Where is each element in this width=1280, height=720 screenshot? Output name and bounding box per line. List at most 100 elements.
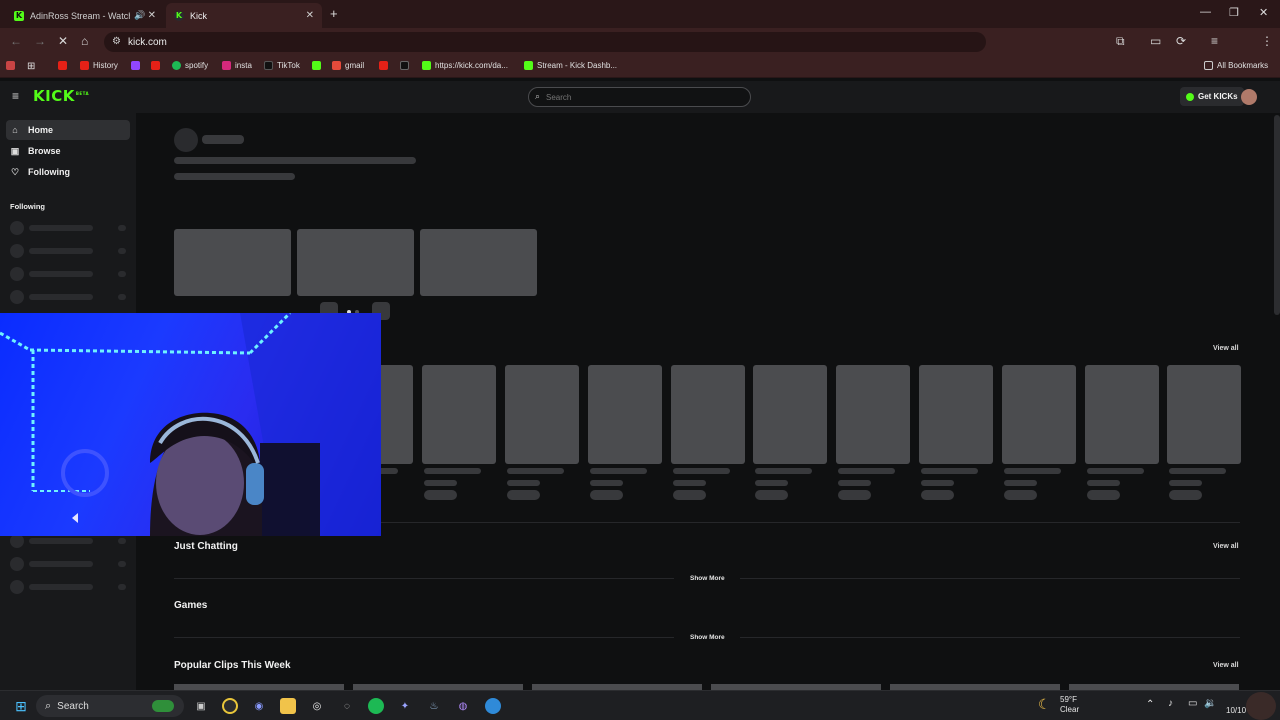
chrome-icon[interactable] <box>222 698 238 714</box>
obs-icon[interactable]: ◎ <box>309 698 325 714</box>
bookmark-history[interactable]: History <box>80 61 118 70</box>
stream-card-placeholder[interactable] <box>919 365 993 464</box>
kick-bookmark[interactable] <box>312 61 325 70</box>
section-title-just-chatting[interactable]: Just Chatting <box>174 541 238 552</box>
kick-search-bar[interactable]: ⌕ <box>528 87 751 107</box>
discord-icon[interactable]: ◉ <box>251 698 267 714</box>
view-all-link[interactable]: View all <box>1213 662 1239 669</box>
youtube-bookmark[interactable] <box>151 61 164 70</box>
search-input[interactable] <box>546 92 736 102</box>
bookmark-icon[interactable] <box>6 61 19 70</box>
stream-card-placeholder[interactable] <box>836 365 910 464</box>
card-text-placeholder <box>424 468 481 474</box>
stream-card-placeholder[interactable] <box>588 365 662 464</box>
kick-header: ≡ KICKBETA ⌕ Get KICKs <box>0 81 1280 113</box>
microphone-icon[interactable]: ♪ <box>1168 698 1173 709</box>
history-icon[interactable]: ⟳ <box>1176 34 1186 48</box>
featured-thumbnail-placeholder[interactable] <box>420 229 537 296</box>
bookmark-stream-dashboard[interactable]: Stream - Kick Dashb... <box>524 61 617 70</box>
home-button[interactable]: ⌂ <box>81 34 88 48</box>
gamepad-icon[interactable]: ✦ <box>397 698 413 714</box>
tab-kick[interactable]: K Kick ✕ <box>166 3 322 28</box>
new-tab-button[interactable]: + <box>330 6 338 21</box>
stop-loading-button[interactable]: ✕ <box>58 34 68 48</box>
apps-icon[interactable]: ⊞ <box>27 61 35 72</box>
bookmark-insta[interactable]: insta <box>222 61 252 70</box>
featured-meta-placeholder <box>174 173 295 180</box>
youtube-bookmark[interactable] <box>379 61 392 70</box>
taskbar-search[interactable]: ⌕ Search <box>36 695 184 717</box>
bookmark-gmail[interactable]: gmail <box>332 61 364 70</box>
all-bookmarks-button[interactable]: All Bookmarks <box>1204 61 1268 70</box>
windows-start-icon[interactable]: ⊞ <box>13 698 29 714</box>
close-tab-icon[interactable]: ✕ <box>148 10 156 21</box>
kick-logo[interactable]: KICKBETA <box>33 87 89 105</box>
card-text-placeholder <box>673 468 730 474</box>
sidebar-item-browse[interactable]: ▣ Browse <box>6 141 130 161</box>
show-more-button[interactable]: Show More <box>690 634 725 641</box>
view-all-link[interactable]: View all <box>1213 345 1239 352</box>
address-bar[interactable]: ⚙ kick.com <box>104 32 986 52</box>
section-title-games[interactable]: Games <box>174 600 207 611</box>
maximize-button[interactable]: ❐ <box>1229 6 1239 19</box>
stream-card-placeholder[interactable] <box>1167 365 1241 464</box>
featured-thumbnail-placeholder[interactable] <box>174 229 291 296</box>
volume-icon[interactable]: 🔉 <box>1204 698 1216 709</box>
edge-icon[interactable] <box>485 698 501 714</box>
app-icon[interactable]: ◌ <box>339 698 355 714</box>
card-text-placeholder <box>507 480 540 486</box>
close-window-button[interactable]: ✕ <box>1259 6 1268 19</box>
user-avatar[interactable] <box>1241 89 1257 105</box>
sidebar-item-label: Browse <box>28 146 61 156</box>
stream-card-placeholder[interactable] <box>422 365 496 464</box>
twitch-bookmark[interactable] <box>131 61 144 70</box>
bookmark-spotify[interactable]: spotify <box>172 61 208 70</box>
show-more-button[interactable]: Show More <box>690 575 725 582</box>
speaker-icon[interactable]: 🔊 <box>134 10 145 21</box>
media-controls-icon[interactable]: ≡ <box>1211 34 1218 48</box>
site-info-icon[interactable]: ⚙ <box>112 36 121 47</box>
close-tab-icon[interactable]: ✕ <box>306 10 314 21</box>
streamer-avatar-overlay <box>1246 692 1276 720</box>
forward-button[interactable]: → <box>34 34 46 48</box>
file-explorer-icon[interactable] <box>280 698 296 714</box>
date-text[interactable]: 10/10 <box>1226 706 1246 715</box>
view-all-link[interactable]: View all <box>1213 543 1239 550</box>
menu-icon[interactable]: ⋮ <box>1261 34 1273 48</box>
weather-desc[interactable]: Clear <box>1060 705 1079 714</box>
minimize-button[interactable]: — <box>1200 6 1211 18</box>
stream-card-placeholder[interactable] <box>671 365 745 464</box>
bookmark-kick-dashboard-url[interactable]: https://kick.com/da... <box>422 61 508 70</box>
page-scrollbar[interactable] <box>1274 115 1280 315</box>
stream-card-placeholder[interactable] <box>753 365 827 464</box>
tab-adinross[interactable]: K AdinRoss Stream - Watch L 🔊 ✕ <box>6 3 164 28</box>
cast-icon[interactable]: ▭ <box>1150 34 1161 48</box>
sidebar-item-label: Home <box>28 125 54 135</box>
card-text-placeholder <box>1004 490 1037 500</box>
stream-card-placeholder[interactable] <box>505 365 579 464</box>
stream-card-placeholder[interactable] <box>1085 365 1159 464</box>
bookmark-tiktok[interactable]: TikTok <box>264 61 300 70</box>
featured-thumbnail-placeholder[interactable] <box>297 229 414 296</box>
channel-avatar-placeholder <box>10 221 24 235</box>
chevron-up-icon[interactable]: ⌃ <box>1146 699 1154 710</box>
kicks-coin-icon <box>1186 92 1194 101</box>
weather-temp[interactable]: 59°F <box>1060 695 1077 704</box>
stream-card-placeholder[interactable] <box>1002 365 1076 464</box>
extensions-puzzle-icon[interactable]: ⧉ <box>1116 34 1125 49</box>
youtube-bookmark[interactable] <box>58 61 71 70</box>
steam-icon[interactable]: ♨ <box>426 698 442 714</box>
app-icon[interactable]: ◍ <box>455 698 471 714</box>
get-kicks-label: Get KICKs <box>1198 92 1238 101</box>
sidebar-item-following[interactable]: ♡ Following <box>6 162 130 182</box>
back-button[interactable]: ← <box>10 34 22 48</box>
sidebar-item-home[interactable]: ⌂ Home <box>6 120 130 140</box>
task-view-icon[interactable]: ▣ <box>193 698 209 714</box>
card-text-placeholder <box>1169 490 1202 500</box>
spotify-icon[interactable] <box>368 698 384 714</box>
network-icon[interactable]: ▭ <box>1188 698 1197 709</box>
x-bookmark[interactable] <box>400 61 413 70</box>
hamburger-menu-icon[interactable]: ≡ <box>12 89 19 103</box>
get-kicks-button[interactable]: Get KICKs <box>1180 87 1244 106</box>
section-title-popular-clips[interactable]: Popular Clips This Week <box>174 660 291 671</box>
